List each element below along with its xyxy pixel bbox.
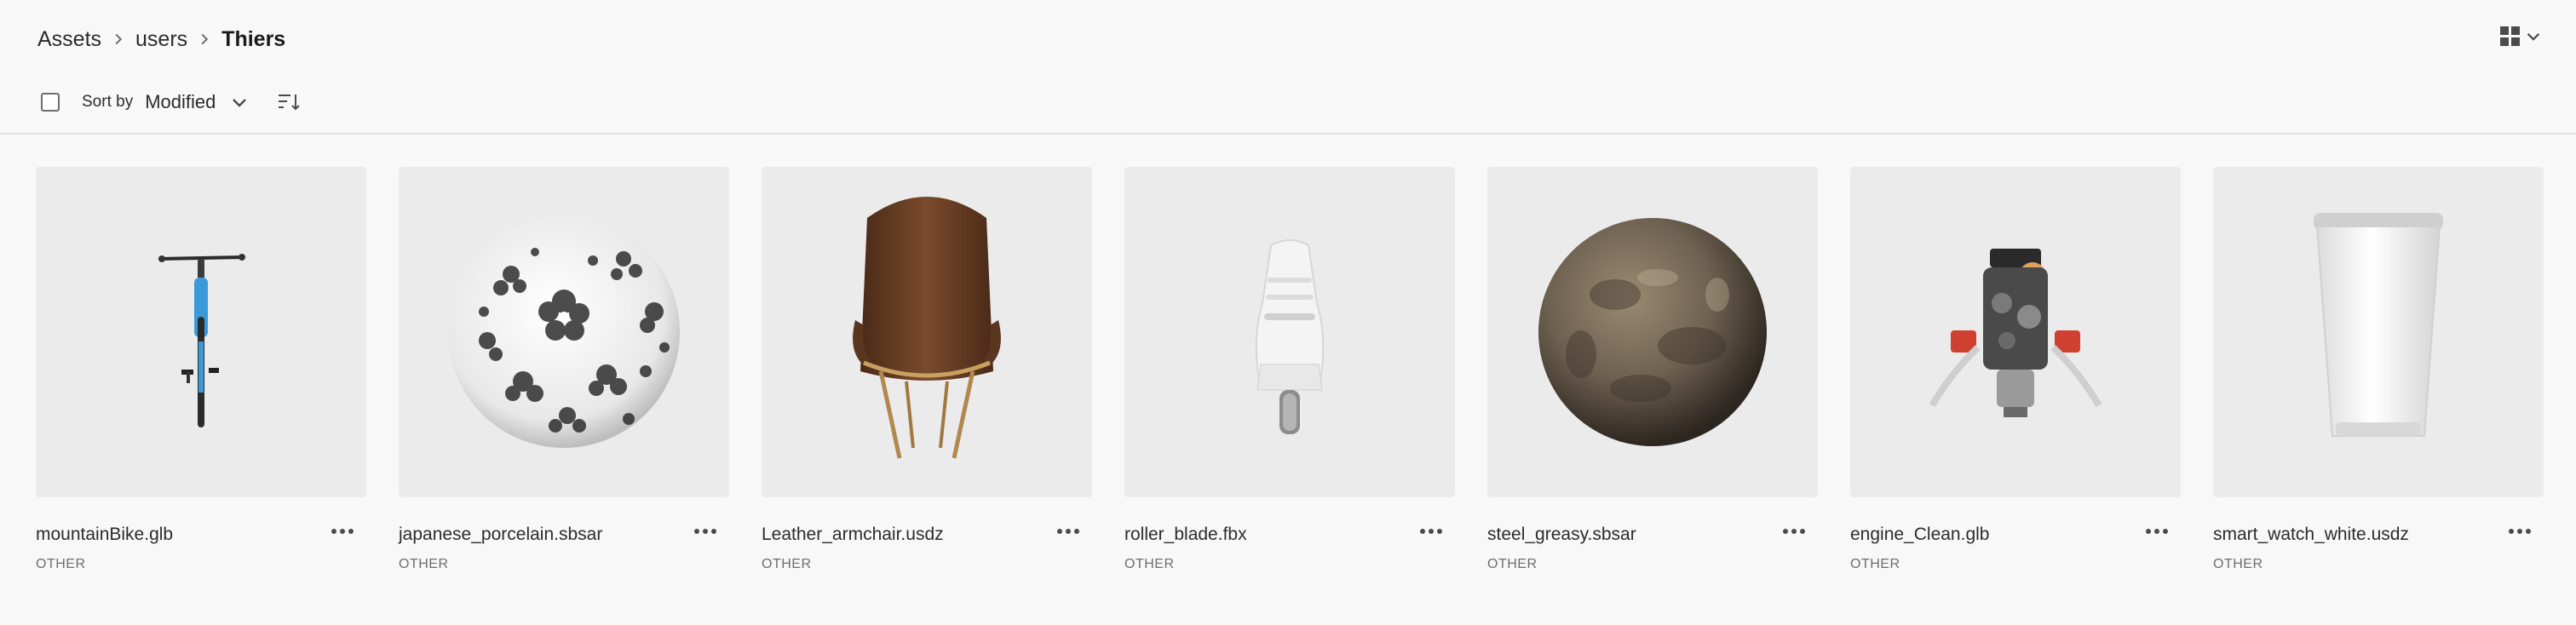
chevron-down-icon (2527, 33, 2540, 41)
asset-card[interactable]: engine_Clean.glb OTHER (1850, 167, 2181, 581)
asset-name[interactable]: engine_Clean.glb (1850, 525, 1989, 545)
toolbar: Sort by Modified (41, 89, 302, 116)
breadcrumb: Assets users Thiers (37, 24, 285, 54)
asset-type: OTHER (762, 557, 812, 571)
asset-meta: steel_greasy.sbsar OTHER (1487, 513, 1818, 581)
watch-band-thumbnail (2314, 213, 2443, 437)
asset-thumbnail[interactable] (1124, 167, 1455, 497)
more-icon[interactable] (2143, 523, 2171, 540)
asset-thumbnail[interactable] (1487, 167, 1818, 497)
asset-card[interactable]: roller_blade.fbx OTHER (1124, 167, 1455, 581)
breadcrumb-assets[interactable]: Assets (37, 27, 101, 52)
breadcrumb-current: Thiers (221, 26, 286, 51)
asset-meta: smart_watch_white.usdz OTHER (2213, 513, 2544, 581)
more-icon[interactable] (1055, 523, 1082, 540)
asset-thumbnail[interactable] (1850, 167, 2181, 497)
asset-name[interactable]: steel_greasy.sbsar (1487, 525, 1636, 545)
asset-name[interactable]: Leather_armchair.usdz (762, 525, 944, 545)
chevron-down-icon[interactable] (231, 94, 248, 111)
asset-type: OTHER (1487, 557, 1538, 571)
header: Assets users Thiers Sort by Modified (0, 0, 2576, 135)
asset-grid: mountainBike.glb OTHER japanese_porcelai… (36, 167, 2544, 581)
more-icon[interactable] (329, 523, 356, 540)
asset-card[interactable]: steel_greasy.sbsar OTHER (1487, 167, 1818, 581)
chevron-right-icon (101, 33, 135, 45)
more-icon[interactable] (692, 523, 719, 540)
more-icon[interactable] (1417, 523, 1445, 540)
asset-type: OTHER (36, 557, 86, 571)
asset-card[interactable]: smart_watch_white.usdz OTHER (2213, 167, 2544, 581)
asset-name[interactable]: japanese_porcelain.sbsar (399, 525, 602, 545)
sort-label: Sort by (82, 93, 134, 111)
steel-sphere-thumbnail (1538, 218, 1767, 446)
asset-meta: engine_Clean.glb OTHER (1850, 513, 2181, 581)
more-icon[interactable] (1780, 523, 1808, 540)
select-all-checkbox[interactable] (41, 93, 60, 112)
asset-meta: japanese_porcelain.sbsar OTHER (399, 513, 729, 581)
asset-thumbnail[interactable] (2213, 167, 2544, 497)
porcelain-sphere-thumbnail (448, 216, 680, 448)
asset-name[interactable]: roller_blade.fbx (1124, 525, 1247, 545)
sort-dropdown[interactable]: Modified (145, 91, 216, 113)
sort-descending-icon[interactable] (277, 91, 302, 113)
asset-card[interactable]: Leather_armchair.usdz OTHER (762, 167, 1092, 581)
asset-type: OTHER (2213, 557, 2263, 571)
asset-thumbnail[interactable] (762, 167, 1092, 497)
asset-meta: roller_blade.fbx OTHER (1124, 513, 1455, 581)
grid-view-icon (2500, 26, 2520, 46)
engine-thumbnail (1929, 249, 2102, 417)
asset-card[interactable]: japanese_porcelain.sbsar OTHER (399, 167, 729, 581)
view-toggle-button[interactable] (2499, 24, 2540, 49)
chevron-right-icon (187, 33, 221, 45)
asset-type: OTHER (1850, 557, 1900, 571)
asset-name[interactable]: mountainBike.glb (36, 525, 173, 545)
breadcrumb-users[interactable]: users (135, 27, 187, 52)
bike-thumbnail (158, 254, 245, 427)
asset-name[interactable]: smart_watch_white.usdz (2213, 525, 2409, 545)
asset-thumbnail[interactable] (36, 167, 366, 497)
asset-card[interactable]: mountainBike.glb OTHER (36, 167, 366, 581)
asset-type: OTHER (399, 557, 449, 571)
more-icon[interactable] (2506, 523, 2533, 540)
asset-meta: mountainBike.glb OTHER (36, 513, 366, 581)
asset-thumbnail[interactable] (399, 167, 729, 497)
asset-type: OTHER (1124, 557, 1175, 571)
asset-meta: Leather_armchair.usdz OTHER (762, 513, 1092, 581)
roller-blade-thumbnail (1255, 239, 1325, 434)
armchair-thumbnail (853, 197, 1001, 459)
